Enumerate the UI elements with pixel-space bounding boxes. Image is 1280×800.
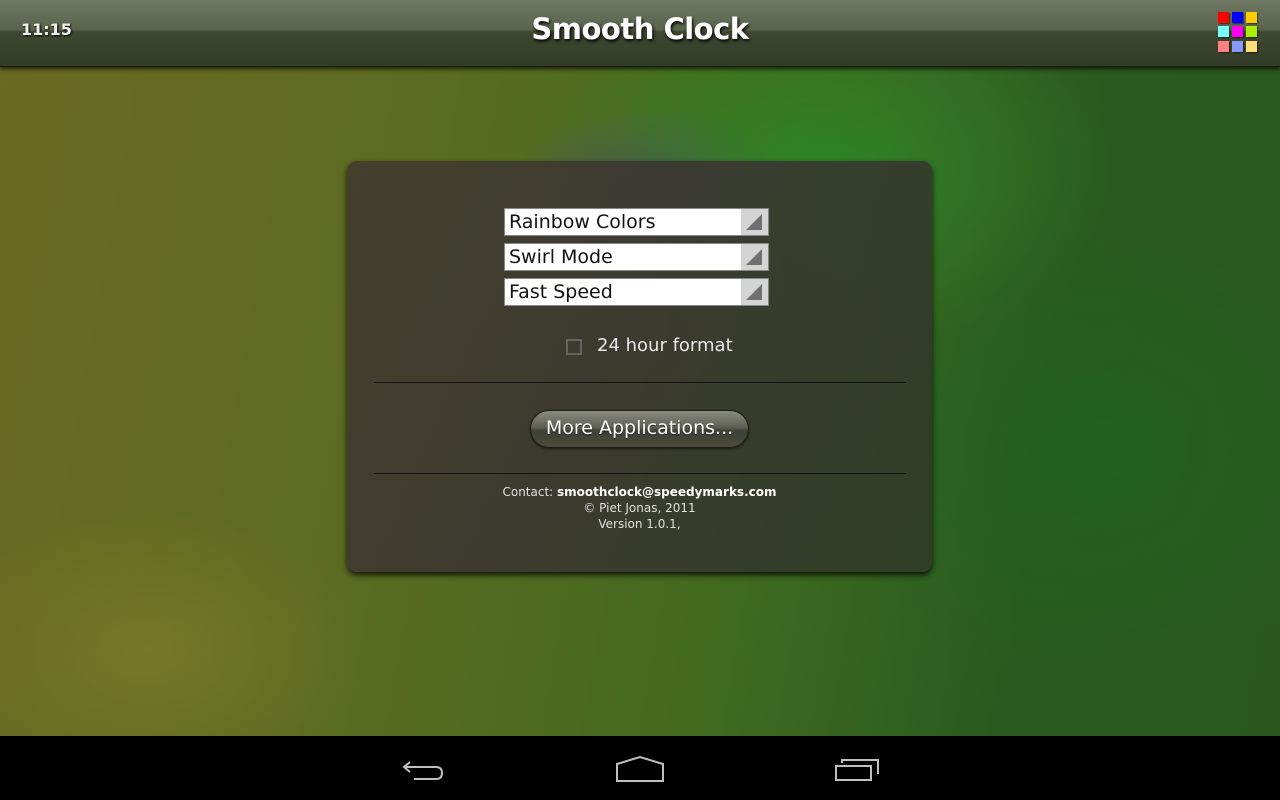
copyright: © Piet Jonas, 2011 [583, 501, 696, 515]
app-title: Smooth Clock [531, 12, 749, 46]
color-grid-icon[interactable] [1218, 12, 1258, 52]
recents-icon [835, 759, 879, 781]
swirl-mode-spinner[interactable]: Swirl Mode [504, 243, 769, 271]
home-button[interactable] [614, 754, 666, 789]
version: Version 1.0.1, [598, 517, 681, 531]
dropdown-arrow-icon [741, 244, 768, 270]
checkbox-label: 24 hour format [597, 335, 733, 356]
recents-button[interactable] [832, 754, 884, 789]
spinner-value: Rainbow Colors [509, 211, 656, 233]
contact-line: Contact: smoothclock@speedymarks.com [347, 484, 932, 500]
contact-email: smoothclock@speedymarks.com [557, 485, 777, 499]
back-button[interactable] [400, 754, 448, 789]
dropdown-arrow-icon [741, 279, 768, 305]
24-hour-checkbox[interactable] [566, 339, 582, 355]
navigation-bar [0, 736, 1280, 800]
color-swatch [1246, 40, 1257, 52]
spinner-value: Fast Speed [509, 281, 613, 303]
settings-panel: Rainbow Colors Swirl Mode Fast Speed 24 … [347, 161, 932, 572]
title-bar: 11:15 Smooth Clock [0, 0, 1280, 67]
color-swatch [1246, 26, 1257, 38]
more-applications-button[interactable]: More Applications... [530, 410, 749, 448]
color-swatch [1232, 12, 1243, 23]
color-swatch [1232, 40, 1243, 52]
color-swatch [1218, 26, 1229, 38]
speed-spinner[interactable]: Fast Speed [504, 278, 769, 306]
color-swatch [1218, 40, 1229, 52]
color-swatch [1218, 12, 1229, 23]
divider [374, 382, 906, 383]
color-mode-spinner[interactable]: Rainbow Colors [504, 208, 769, 236]
color-swatch [1232, 26, 1243, 38]
color-swatch [1246, 12, 1257, 23]
dropdown-arrow-icon [741, 209, 768, 235]
divider [374, 473, 906, 474]
back-icon [402, 761, 444, 780]
spinner-value: Swirl Mode [509, 246, 613, 268]
contact-label: Contact: [502, 485, 558, 499]
home-icon [616, 755, 664, 782]
